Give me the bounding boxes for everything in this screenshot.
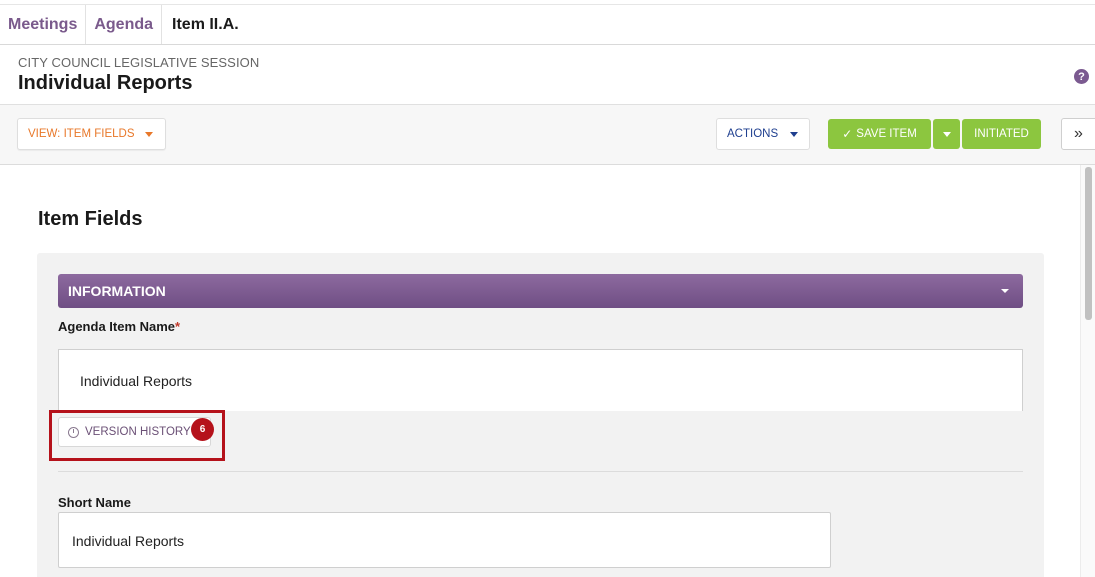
agenda-item-name-label-text: Agenda Item Name — [58, 319, 176, 334]
breadcrumb-current-item: Item II.A. — [172, 15, 239, 33]
breadcrumb-meetings[interactable]: Meetings — [0, 5, 87, 44]
agenda-item-name-field[interactable]: Individual Reports — [58, 349, 1023, 411]
agenda-item-name-label: Agenda Item Name* — [58, 319, 180, 334]
information-panel: INFORMATION Agenda Item Name* Individual… — [37, 253, 1044, 577]
checkmark-icon: ✓ — [842, 127, 853, 141]
page-header: CITY COUNCIL LEGISLATIVE SESSION Individ… — [0, 45, 1095, 105]
scrollbar-thumb[interactable] — [1085, 167, 1092, 320]
view-item-fields-dropdown[interactable]: VIEW: ITEM FIELDS — [17, 118, 166, 150]
status-initiated-button[interactable]: INITIATED — [962, 119, 1041, 149]
actions-dropdown[interactable]: ACTIONS — [716, 118, 810, 150]
caret-down-icon — [790, 131, 799, 137]
vertical-scrollbar[interactable] — [1080, 165, 1095, 577]
caret-down-icon — [1001, 289, 1009, 293]
breadcrumb: Meetings Agenda Item II.A. — [0, 4, 1095, 45]
save-item-button[interactable]: ✓ SAVE ITEM — [828, 119, 931, 149]
version-history-label: VERSION HISTORY — [85, 426, 191, 438]
caret-down-icon — [144, 131, 153, 137]
section-divider — [58, 471, 1023, 472]
version-history-button[interactable]: VERSION HISTORY — [58, 417, 211, 447]
page-title: Individual Reports — [18, 72, 193, 94]
breadcrumb-agenda[interactable]: Agenda — [86, 5, 163, 44]
short-name-label: Short Name — [58, 495, 131, 510]
caret-down-icon — [942, 131, 951, 137]
information-header-label: INFORMATION — [68, 283, 166, 299]
save-item-label: SAVE ITEM — [856, 128, 917, 140]
view-dropdown-label: VIEW: ITEM FIELDS — [28, 128, 135, 140]
actions-label: ACTIONS — [727, 128, 779, 140]
section-title: Item Fields — [38, 208, 143, 230]
version-count-badge: 6 — [191, 418, 214, 441]
clock-history-icon — [68, 426, 79, 438]
save-options-dropdown[interactable] — [933, 119, 960, 149]
meeting-subtitle: CITY COUNCIL LEGISLATIVE SESSION — [18, 55, 260, 70]
help-icon[interactable]: ? — [1074, 69, 1089, 84]
required-marker: * — [175, 319, 181, 334]
double-chevron-right-icon[interactable]: » — [1061, 118, 1095, 150]
item-fields-content: Item Fields INFORMATION Agenda Item Name… — [0, 165, 1080, 577]
toolbar: VIEW: ITEM FIELDS ACTIONS ✓ SAVE ITEM IN… — [0, 105, 1095, 165]
short-name-field[interactable]: Individual Reports — [58, 512, 831, 568]
information-section-header[interactable]: INFORMATION — [58, 274, 1023, 308]
